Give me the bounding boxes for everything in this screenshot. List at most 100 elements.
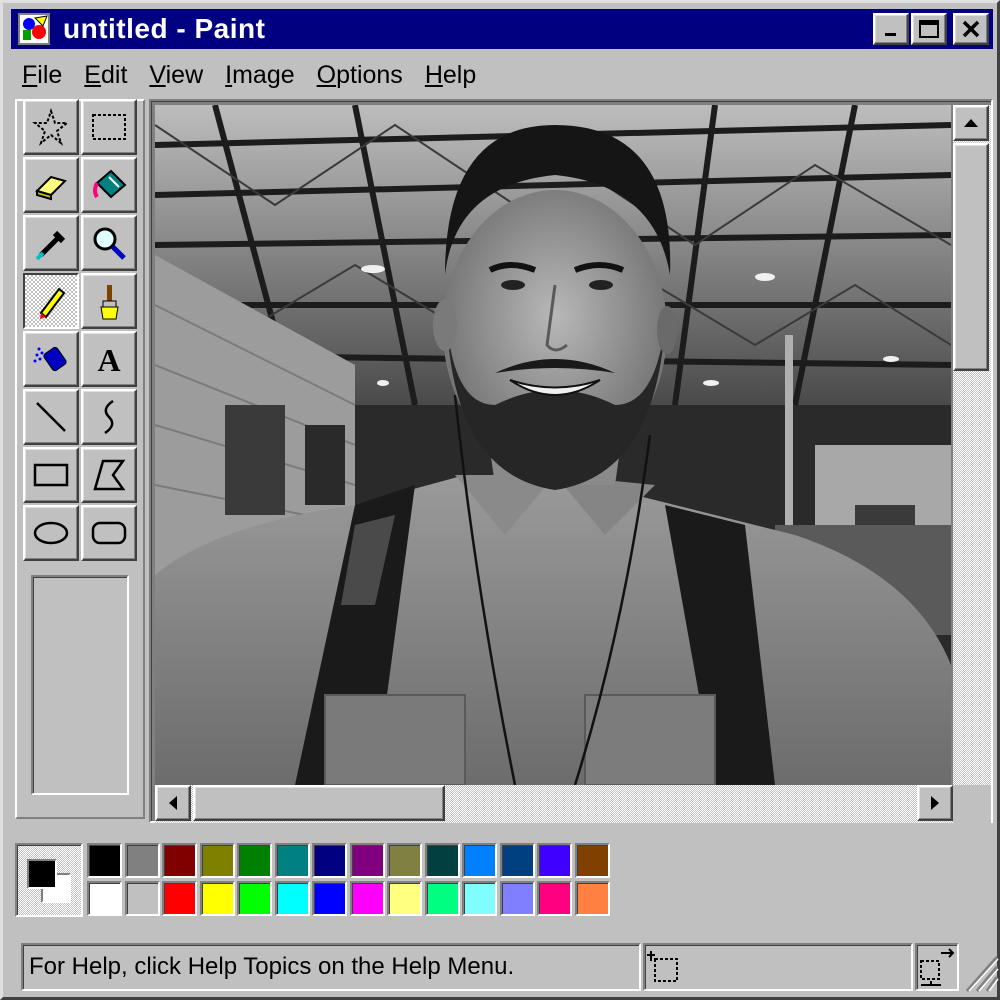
palette-color-top-11[interactable] <box>462 843 497 878</box>
scroll-corner <box>953 785 991 823</box>
palette-color-bottom-9[interactable] <box>387 881 422 916</box>
palette-color-top-1[interactable] <box>87 843 122 878</box>
tool-fill[interactable] <box>81 157 137 213</box>
menu-options[interactable]: Options <box>306 61 414 90</box>
tool-pencil[interactable] <box>23 273 79 329</box>
tool-options-box[interactable] <box>31 575 129 795</box>
tool-select[interactable] <box>81 99 137 155</box>
eraser-icon <box>35 175 67 201</box>
arrow-right-icon <box>931 796 939 810</box>
palette-color-bottom-2[interactable] <box>124 881 160 916</box>
palette-color-bottom-10[interactable] <box>424 881 460 916</box>
maximize-button[interactable] <box>911 13 947 45</box>
rectangle-icon <box>33 463 69 487</box>
palette-color-bottom-11[interactable] <box>462 881 497 916</box>
palette-color-top-3[interactable] <box>162 843 197 878</box>
current-colors[interactable] <box>15 843 83 917</box>
menu-bar: File Edit View Image Options Help <box>11 55 487 95</box>
menu-view[interactable]: View <box>138 61 214 90</box>
status-help-panel: For Help, click Help Topics on the Help … <box>21 943 641 991</box>
resize-grip-icon[interactable] <box>959 947 999 993</box>
palette-color-bottom-1[interactable] <box>87 881 122 916</box>
paint-window: untitled - Paint File Edit View Image Op… <box>0 0 1000 1000</box>
arrow-left-icon <box>169 796 177 810</box>
palette-color-bottom-8[interactable] <box>349 881 385 916</box>
vertical-scroll-thumb[interactable] <box>953 143 989 371</box>
menu-image[interactable]: Image <box>214 61 306 90</box>
airbrush-icon <box>33 346 67 372</box>
magnifier-icon <box>93 227 126 260</box>
tool-line[interactable] <box>23 389 79 445</box>
palette-color-bottom-6[interactable] <box>274 881 310 916</box>
tool-text[interactable]: A <box>81 331 137 387</box>
status-bar: For Help, click Help Topics on the Help … <box>11 937 999 995</box>
status-help-text: For Help, click Help Topics on the Help … <box>29 953 515 980</box>
menu-help[interactable]: Help <box>414 61 487 90</box>
palette-color-top-4[interactable] <box>199 843 235 878</box>
palette-color-bottom-7[interactable] <box>312 881 347 916</box>
curve-icon <box>104 399 114 435</box>
canvas-frame <box>149 99 993 823</box>
tool-rectangle[interactable] <box>23 447 79 503</box>
scroll-up-button[interactable] <box>953 105 989 141</box>
palette-color-bottom-12[interactable] <box>499 881 535 916</box>
window-title: untitled - Paint <box>63 13 266 44</box>
palette-color-top-13[interactable] <box>537 843 572 878</box>
palette-color-top-9[interactable] <box>387 843 422 878</box>
menu-edit[interactable]: Edit <box>73 61 138 90</box>
minimize-button[interactable] <box>873 13 909 45</box>
tool-curve[interactable] <box>81 389 137 445</box>
tool-free-form-select[interactable] <box>23 99 79 155</box>
palette-color-top-14[interactable] <box>574 843 610 878</box>
tool-rounded-rectangle[interactable] <box>81 505 137 561</box>
text-icon: A <box>97 342 120 378</box>
pencil-icon <box>39 287 66 319</box>
ellipse-icon <box>33 521 69 545</box>
palette-color-top-7[interactable] <box>312 843 347 878</box>
palette-color-bottom-5[interactable] <box>237 881 272 916</box>
eyedropper-icon <box>35 230 66 261</box>
polygon-icon <box>93 459 126 491</box>
svg-text:A: A <box>97 342 120 378</box>
tool-polygon[interactable] <box>81 447 137 503</box>
palette-color-top-6[interactable] <box>274 843 310 878</box>
scroll-left-button[interactable] <box>155 785 191 821</box>
tool-magnifier[interactable] <box>81 215 137 271</box>
cursor-position-icon <box>647 951 678 982</box>
title-bar[interactable]: untitled - Paint <box>11 9 993 49</box>
rounded-rectangle-icon <box>91 521 127 545</box>
paint-app-icon <box>18 13 50 45</box>
palette-color-top-2[interactable] <box>124 843 160 878</box>
brush-icon <box>100 285 119 320</box>
palette-color-bottom-13[interactable] <box>537 881 572 916</box>
scroll-right-button[interactable] <box>917 785 953 821</box>
palette-color-bottom-14[interactable] <box>574 881 610 916</box>
palette-color-top-10[interactable] <box>424 843 460 878</box>
palette-color-top-5[interactable] <box>237 843 272 878</box>
palette-color-top-12[interactable] <box>499 843 535 878</box>
palette-color-bottom-4[interactable] <box>199 881 235 916</box>
status-position-panel <box>643 943 913 991</box>
selfie-photo <box>155 105 951 785</box>
tool-pick-color[interactable] <box>23 215 79 271</box>
tool-ellipse[interactable] <box>23 505 79 561</box>
toolbox: A <box>15 99 145 819</box>
palette-color-top-8[interactable] <box>349 843 385 878</box>
vertical-scrollbar[interactable] <box>953 105 991 785</box>
horizontal-scrollbar[interactable] <box>155 785 953 823</box>
tool-airbrush[interactable] <box>23 331 79 387</box>
color-box <box>11 839 995 925</box>
line-icon <box>36 402 66 432</box>
drawing-canvas[interactable] <box>155 105 951 785</box>
arrow-up-icon <box>964 119 978 127</box>
minimize-icon <box>885 33 896 36</box>
tool-eraser[interactable] <box>23 157 79 213</box>
menu-file[interactable]: File <box>11 61 73 90</box>
horizontal-scroll-thumb[interactable] <box>193 785 445 821</box>
foreground-color-swatch <box>27 859 57 889</box>
star-select-icon <box>32 107 70 146</box>
selection-size-icon <box>920 948 955 986</box>
palette-color-bottom-3[interactable] <box>162 881 197 916</box>
tool-brush[interactable] <box>81 273 137 329</box>
close-button[interactable] <box>953 13 989 45</box>
